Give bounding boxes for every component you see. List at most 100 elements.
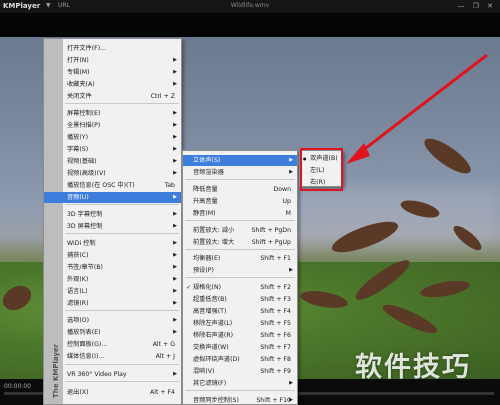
audio-menu-item-0[interactable]: 立体声(S) ▶: [183, 155, 297, 166]
submenu-arrow-icon: ▶: [173, 158, 177, 164]
audio-menu-item-label: 立体声(S): [193, 157, 221, 164]
main-menu-item-shortcut: Ctrl + Z: [150, 93, 175, 100]
main-menu-item-23[interactable]: 控制面板(G)... Alt + G: [44, 339, 181, 350]
main-menu-item-21[interactable]: 选项(O) ▶: [44, 315, 181, 326]
audio-menu-item-12[interactable]: 移除左声道(L) Shift + F5: [183, 318, 297, 329]
main-menu-item-5[interactable]: 屏幕控制(E) ▶: [44, 108, 181, 119]
main-menu-item-17[interactable]: 书签/章节(B) ▶: [44, 262, 181, 273]
audio-menu-item-5[interactable]: 前置放大: 减小 Shift + PgDn: [183, 225, 297, 236]
main-menu-item-16[interactable]: 捕获(C) ▶: [44, 250, 181, 261]
main-menu-item-label: 屏幕控制(E): [67, 110, 101, 117]
main-menu-item-label: 语言(L): [67, 288, 88, 295]
audio-menu-item-4[interactable]: 静音(M) M: [183, 208, 297, 219]
audio-menu-item-16[interactable]: 混响(V) Shift + F9: [183, 366, 297, 377]
audio-menu-item-shortcut: Shift + PgDn: [251, 227, 291, 234]
window-control-buttons[interactable]: — ❐ ✕: [457, 2, 496, 10]
submenu-arrow-icon: ▶: [173, 276, 177, 282]
submenu-arrow-icon: ▶: [173, 134, 177, 140]
main-menu-item-shortcut: Alt + F4: [150, 389, 175, 396]
audio-menu-item-2[interactable]: 降低音量 Down: [183, 184, 297, 195]
menu-separator: [185, 220, 295, 221]
submenu-arrow-icon: ▶: [173, 194, 177, 200]
submenu-arrow-icon: ▶: [173, 69, 177, 75]
main-menu-item-13[interactable]: 3D 字幕控制 ▶: [44, 209, 181, 220]
main-menu-item-7[interactable]: 播放(Y) ▶: [44, 132, 181, 143]
main-menu-item-label: WiDi 控制: [67, 240, 96, 247]
audio-menu-item-8[interactable]: 预设(P) ▶: [183, 265, 297, 276]
main-menu-item-11[interactable]: 播放信息(在 OSC 中)(T) Tab: [44, 180, 181, 191]
main-menu-item-26[interactable]: 退出(X) Alt + F4: [44, 387, 181, 398]
main-menu-item-label: 专辑(M): [67, 69, 90, 76]
playback-time: 00:00:00: [4, 383, 31, 390]
submenu-arrow-icon: ▶: [173, 317, 177, 323]
audio-menu-item-label: 高音增强(T): [193, 308, 227, 315]
audio-menu-item-11[interactable]: 高音增强(T) Shift + F4: [183, 306, 297, 317]
audio-menu-item-13[interactable]: 移除右声道(R) Shift + F6: [183, 330, 297, 341]
audio-menu-item-shortcut: Shift + F2: [260, 284, 291, 291]
audio-menu-item-9[interactable]: ✓ 规格化(N) Shift + F2: [183, 282, 297, 293]
main-menu-item-8[interactable]: 字幕(S) ▶: [44, 144, 181, 155]
main-menu-item-18[interactable]: 外观(K) ▶: [44, 274, 181, 285]
main-menu-item-22[interactable]: 播放列表(E) ▶: [44, 327, 181, 338]
submenu-arrow-icon: ▶: [289, 157, 293, 163]
main-menu-item-label: 打开(N): [67, 57, 89, 64]
menu-separator: [65, 204, 179, 205]
main-menu-item-label: 退出(X): [67, 389, 89, 396]
audio-menu-item-shortcut: Shift + F8: [260, 356, 291, 363]
audio-menu-item-15[interactable]: 虚拟环绕声道(D) Shift + F8: [183, 354, 297, 365]
audio-menu-item-3[interactable]: 升高音量 Up: [183, 196, 297, 207]
submenu-arrow-icon: ▶: [173, 288, 177, 294]
main-menu-item-label: 视频(基础): [67, 158, 97, 165]
main-menu-item-2[interactable]: 专辑(M) ▶: [44, 67, 181, 78]
audio-menu-item-7[interactable]: 均衡器(E) Shift + F1: [183, 253, 297, 264]
main-menu-item-6[interactable]: 全景扫描(P) ▶: [44, 120, 181, 131]
audio-menu-item-1[interactable]: 音频渲染器 ▶: [183, 167, 297, 178]
main-menu-item-10[interactable]: 视频(高级)(V) ▶: [44, 168, 181, 179]
main-menu-item-15[interactable]: WiDi 控制 ▶: [44, 238, 181, 249]
main-menu-item-label: 媒体信息(I)...: [67, 353, 105, 360]
audio-menu-item-18[interactable]: 音频同步控制(S) Shift + F10 ▶: [183, 395, 297, 405]
bird-shape: [419, 132, 476, 180]
submenu-arrow-icon: ▶: [173, 252, 177, 258]
menu-separator: [65, 103, 179, 104]
main-menu-item-label: 音频(U): [67, 194, 89, 201]
main-menu-item-label: 控制面板(G)...: [67, 341, 108, 348]
main-menu-item-label: 字幕(S): [67, 146, 89, 153]
audio-menu-item-label: 虚拟环绕声道(D): [193, 356, 240, 363]
audio-submenu: 立体声(S) ▶ 音频渲染器 ▶ 降低音量 Down 升高音量 Up 静音(M) M 前置放大: 减…: [182, 150, 298, 405]
menu-separator: [185, 249, 295, 250]
main-menu-item-3[interactable]: 收藏夹(A) ▶: [44, 79, 181, 90]
submenu-arrow-icon: ▶: [173, 240, 177, 246]
audio-menu-item-shortcut: Shift + F9: [260, 368, 291, 375]
main-menu-item-24[interactable]: 媒体信息(I)... Alt + J: [44, 351, 181, 362]
main-menu-item-shortcut: Alt + J: [155, 353, 175, 360]
submenu-arrow-icon: ▶: [173, 170, 177, 176]
audio-menu-item-label: 音频同步控制(S): [193, 397, 239, 404]
submenu-arrow-icon: ▶: [173, 81, 177, 87]
main-menu-item-shortcut: Tab: [164, 182, 175, 189]
audio-menu-item-shortcut: Shift + F7: [260, 344, 291, 351]
main-menu-item-25[interactable]: VR 360° Video Play ▶: [44, 369, 181, 380]
audio-menu-item-10[interactable]: 超重低音(B) Shift + F3: [183, 294, 297, 305]
main-menu-item-label: VR 360° Video Play: [67, 371, 127, 378]
main-menu-item-label: 滤镜(R): [67, 300, 89, 307]
main-menu-item-label: 视频(高级)(V): [67, 170, 106, 177]
check-icon: ✓: [186, 284, 192, 291]
main-menu-item-19[interactable]: 语言(L) ▶: [44, 286, 181, 297]
audio-menu-item-shortcut: M: [285, 210, 291, 217]
audio-menu-item-6[interactable]: 前置放大: 增大 Shift + PgUp: [183, 237, 297, 248]
audio-menu-item-17[interactable]: 其它滤镜(F) ▶: [183, 378, 297, 389]
submenu-arrow-icon: ▶: [173, 122, 177, 128]
main-menu-item-9[interactable]: 视频(基础) ▶: [44, 156, 181, 167]
audio-menu-item-shortcut: Shift + PgUp: [251, 239, 291, 246]
main-menu-item-20[interactable]: 滤镜(R) ▶: [44, 298, 181, 309]
main-menu-item-0[interactable]: 打开文件(F)...: [44, 43, 181, 54]
main-menu-item-1[interactable]: 打开(N) ▶: [44, 55, 181, 66]
main-menu-item-label: 播放列表(E): [67, 329, 101, 336]
main-menu-item-14[interactable]: 3D 屏幕控制 ▶: [44, 221, 181, 232]
main-menu-item-4[interactable]: 关闭文件 Ctrl + Z: [44, 91, 181, 102]
submenu-arrow-icon: ▶: [173, 329, 177, 335]
main-menu-item-12[interactable]: 音频(U) ▶: [44, 192, 181, 203]
audio-menu-item-14[interactable]: 交换声道(W) Shift + F7: [183, 342, 297, 353]
audio-menu-item-label: 静音(M): [193, 210, 216, 217]
